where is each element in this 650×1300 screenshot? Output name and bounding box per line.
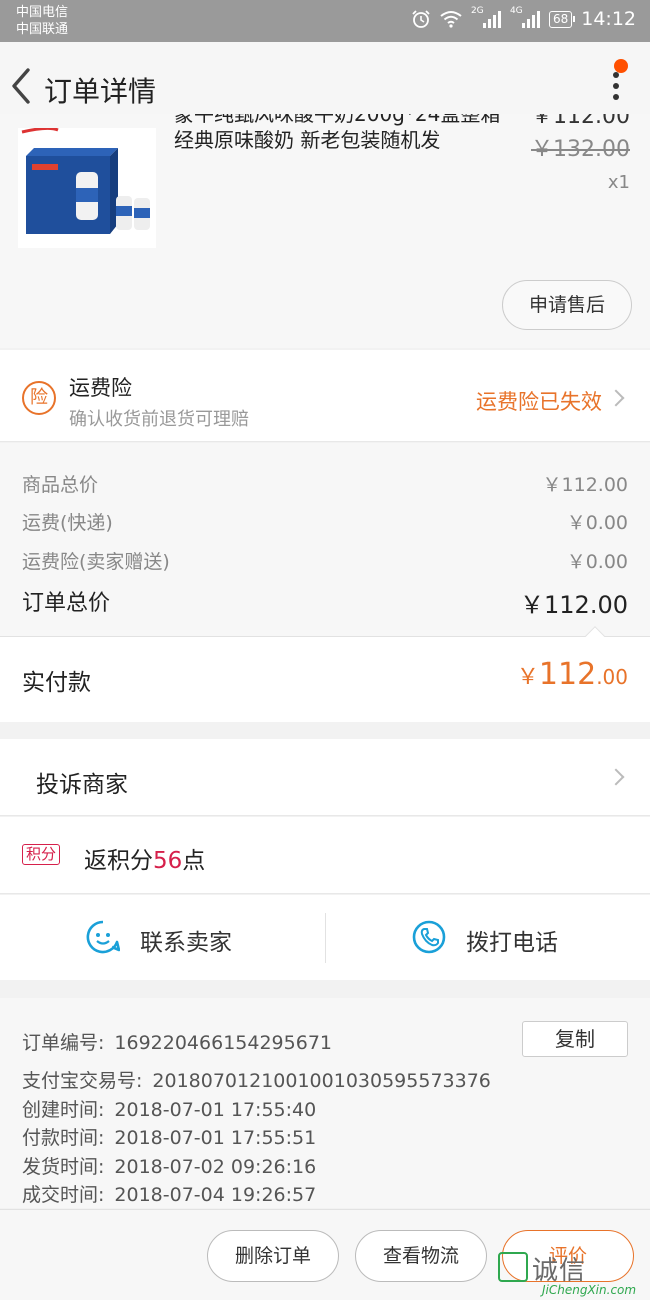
order-total-value: ￥112.00 <box>520 591 628 619</box>
summary-row: 运费(快递) ￥0.00 <box>22 508 628 535</box>
signal-2g-icon: 2G <box>471 6 501 28</box>
watermark-logo <box>498 1252 528 1282</box>
info-row: 付款时间: 2018-07-01 17:55:51 <box>22 1123 316 1150</box>
currency-symbol: ￥ <box>516 665 539 690</box>
info-row: 支付宝交易号: 2018070121001001030595573376 <box>22 1066 491 1093</box>
watermark: 诚信 JiChengXin.com <box>498 1250 648 1300</box>
info-row: 成交时间: 2018-07-04 19:26:57 <box>22 1180 316 1207</box>
summary-label: 商品总价 <box>22 474 99 496</box>
signal-4g-label: 4G <box>509 6 523 16</box>
points-text: 返积分56点 <box>84 841 205 875</box>
product-price-column: ￥112.00 ￥132.00 x1 <box>531 114 630 198</box>
summary-value: ￥0.00 <box>566 512 628 534</box>
carrier-1: 中国电信 <box>16 5 69 20</box>
summary-row: 运费险(卖家赠送) ￥0.00 <box>22 547 628 574</box>
product-price: ￥112.00 <box>531 114 630 129</box>
watermark-text: 诚信 <box>532 1256 587 1286</box>
phone-icon <box>412 920 446 954</box>
watermark-url: JiChengXin.com <box>542 1283 637 1297</box>
delete-order-button[interactable]: 删除订单 <box>207 1230 339 1282</box>
info-value: 169220466154295671 <box>114 1032 332 1054</box>
call-phone-button[interactable]: 拨打电话 <box>326 895 650 980</box>
summary-label: 运费险(卖家赠送) <box>22 551 170 573</box>
clock: 14:12 <box>581 8 636 30</box>
back-icon[interactable] <box>6 66 40 106</box>
info-label: 付款时间: <box>22 1127 105 1149</box>
actual-payment-row: 实付款 ￥112.00 <box>0 637 650 722</box>
summary-value: ￥112.00 <box>542 474 628 496</box>
summary-row: 商品总价 ￥112.00 <box>22 470 628 497</box>
shipping-insurance-row[interactable]: 险 运费险 确认收货前退货可理赔 运费险已失效 <box>0 350 650 442</box>
price-summary: 商品总价 ￥112.00 运费(快递) ￥0.00 运费险(卖家赠送) ￥0.0… <box>0 443 650 646</box>
order-total-label: 订单总价 <box>22 591 111 616</box>
points-row: 积分 返积分56点 <box>0 817 650 894</box>
product-quantity: x1 <box>607 172 630 193</box>
info-value: 2018-07-01 17:55:51 <box>114 1127 317 1149</box>
info-value: 2018-07-01 17:55:40 <box>114 1099 317 1121</box>
info-value: 2018070121001001030595573376 <box>152 1070 491 1092</box>
product-image[interactable] <box>18 126 156 248</box>
contact-bar: 联系卖家 拨打电话 <box>0 895 650 980</box>
notification-dot <box>614 59 628 73</box>
after-sale-button[interactable]: 申请售后 <box>502 280 632 330</box>
order-total-row: 订单总价 ￥112.00 <box>22 585 628 619</box>
info-label: 发货时间: <box>22 1156 105 1178</box>
info-row: 发货时间: 2018-07-02 09:26:16 <box>22 1152 316 1179</box>
complaint-label: 投诉商家 <box>36 772 128 798</box>
insurance-title: 运费险 <box>69 376 132 400</box>
chat-bubble-icon <box>86 920 121 954</box>
info-value: 2018-07-02 09:26:16 <box>114 1156 317 1178</box>
signal-4g-icon: 4G <box>510 6 540 28</box>
carrier-2: 中国联通 <box>16 22 69 37</box>
carrier-names: 中国电信 中国联通 <box>16 4 68 38</box>
info-label: 创建时间: <box>22 1099 105 1121</box>
status-bar: 中国电信 中国联通 2G 4G 68 14:12 <box>0 0 650 42</box>
amount-integer: 112 <box>538 657 597 692</box>
points-suffix: 点 <box>182 848 206 874</box>
points-prefix: 返积分 <box>84 848 153 874</box>
battery-icon: 68 <box>548 10 576 28</box>
copy-button[interactable]: 复制 <box>522 1021 628 1057</box>
product-original-price: ￥132.00 <box>531 137 630 162</box>
info-label: 订单编号: <box>22 1032 105 1054</box>
info-label: 支付宝交易号: <box>22 1070 143 1092</box>
contact-seller-label: 联系卖家 <box>140 930 232 956</box>
wifi-icon <box>440 10 462 28</box>
info-label: 成交时间: <box>22 1184 105 1206</box>
alarm-icon <box>411 9 431 29</box>
product-title[interactable]: 蒙牛纯甄风味酸牛奶200g*24盒整箱 经典原味酸奶 新老包装随机发 <box>174 114 514 153</box>
insurance-status: 运费险已失效 <box>476 390 602 414</box>
summary-label: 运费(快递) <box>22 512 113 534</box>
chevron-right-icon <box>607 768 625 786</box>
actual-payment-amount: ￥112.00 <box>517 657 628 692</box>
call-phone-label: 拨打电话 <box>466 930 558 956</box>
insurance-icon: 险 <box>22 381 56 415</box>
chevron-right-icon <box>607 389 625 407</box>
page-title: 订单详情 <box>44 75 157 108</box>
signal-2g-label: 2G <box>470 6 484 16</box>
actual-payment-label: 实付款 <box>22 670 91 696</box>
info-row: 创建时间: 2018-07-01 17:55:40 <box>22 1095 316 1122</box>
complaint-seller-row[interactable]: 投诉商家 <box>0 739 650 816</box>
info-row: 订单编号: 169220466154295671 <box>22 1028 332 1055</box>
points-value: 56 <box>153 848 183 874</box>
amount-decimal: .00 <box>596 665 628 689</box>
product-title-line1: 蒙牛纯甄风味酸牛奶200g*24盒整箱 <box>174 114 501 126</box>
insurance-subtitle: 确认收货前退货可理赔 <box>69 409 249 430</box>
view-logistics-button[interactable]: 查看物流 <box>355 1230 487 1282</box>
product-card[interactable]: 蒙牛纯甄风味酸牛奶200g*24盒整箱 经典原味酸奶 新老包装随机发 ￥112.… <box>0 114 650 348</box>
product-title-line2: 经典原味酸奶 新老包装随机发 <box>174 128 441 152</box>
points-badge: 积分 <box>22 844 61 865</box>
summary-value: ￥0.00 <box>566 551 628 573</box>
order-info: 订单编号: 169220466154295671 复制 支付宝交易号: 201807… <box>0 998 650 1208</box>
info-value: 2018-07-04 19:26:57 <box>114 1184 317 1206</box>
contact-seller-button[interactable]: 联系卖家 <box>0 895 325 980</box>
